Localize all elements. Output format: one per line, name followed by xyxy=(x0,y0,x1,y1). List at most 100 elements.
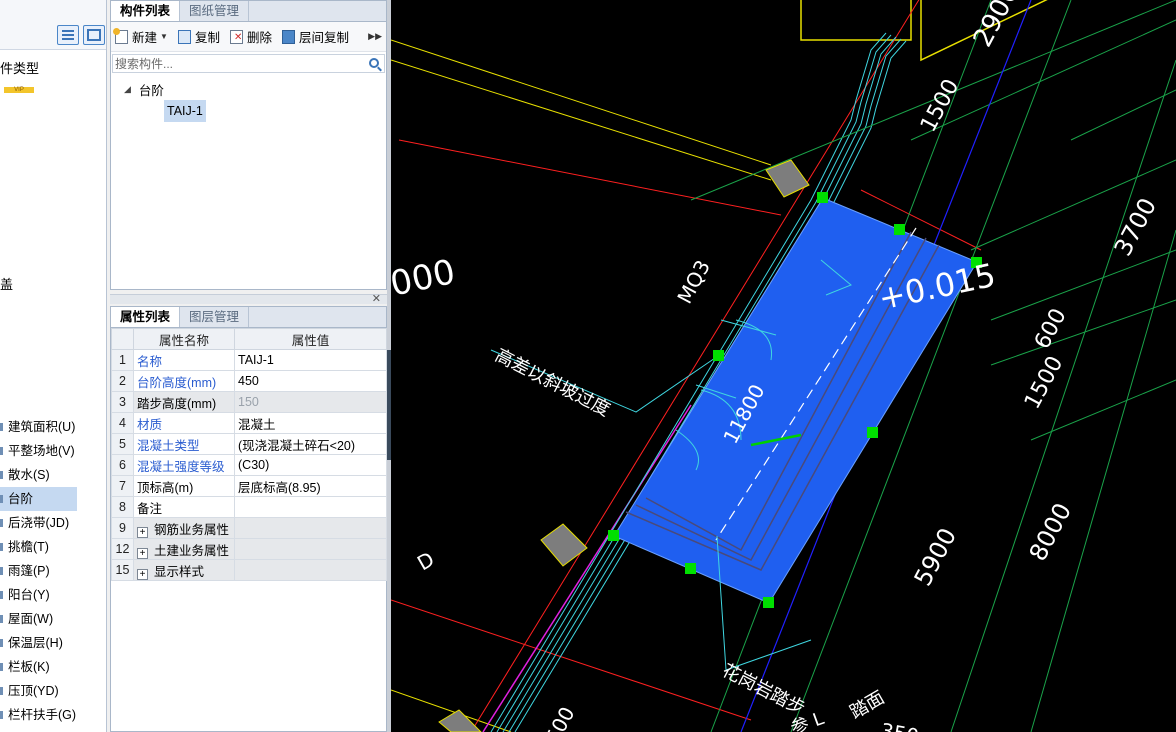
property-row[interactable]: 6 混凝土强度等级 (C30) xyxy=(111,454,387,476)
category-item[interactable]: 屋面(W) xyxy=(0,607,106,631)
column-mid xyxy=(540,523,588,567)
category-item[interactable]: 挑檐(T) xyxy=(0,535,106,559)
grip-bottom-right[interactable] xyxy=(763,597,774,608)
search-input[interactable] xyxy=(113,55,384,72)
grip-bottom-mid[interactable] xyxy=(685,563,696,574)
category-item[interactable]: 后浇带(JD) xyxy=(0,511,106,535)
tab-property-list[interactable]: 属性列表 xyxy=(111,307,181,327)
column-top xyxy=(765,159,810,198)
property-row[interactable]: 4 材质 混凝土 xyxy=(111,412,387,434)
category-item[interactable]: 雨篷(P) xyxy=(0,559,106,583)
property-value[interactable]: 层底标高(8.95) xyxy=(234,475,387,497)
property-value[interactable]: TAIJ-1 xyxy=(234,349,387,371)
category-item[interactable]: 阳台(Y) xyxy=(0,583,106,607)
floor-copy-icon xyxy=(281,29,295,44)
property-row[interactable]: 5 混凝土类型 (现浇混凝土碎石<20) xyxy=(111,433,387,455)
floor-copy-button[interactable]: 层间复制 xyxy=(281,27,349,46)
copy-button[interactable]: 复制 xyxy=(177,27,220,46)
property-name-text: 踏步高度(mm) xyxy=(137,396,217,411)
category-item[interactable]: 台阶 xyxy=(0,487,77,511)
red-line-bottom xyxy=(391,599,752,721)
close-icon[interactable]: ✕ xyxy=(372,292,381,305)
row-number: 1 xyxy=(111,349,134,371)
property-row[interactable]: 9 + 钢筋业务属性 xyxy=(111,517,387,539)
panel-splitter[interactable]: ✕ xyxy=(110,292,387,305)
floor-copy-label: 层间复制 xyxy=(298,31,349,45)
property-row[interactable]: 3 踏步高度(mm) 150 xyxy=(111,391,387,413)
vip-badge: VIP xyxy=(4,87,34,93)
property-value[interactable] xyxy=(234,517,387,539)
new-label: 新建 xyxy=(132,31,158,45)
header-property-value: 属性值 xyxy=(234,328,387,350)
toolbar-overflow-icon[interactable]: ▶▶ xyxy=(368,31,382,42)
grip-left-mid[interactable] xyxy=(713,350,724,361)
column-bottom xyxy=(438,709,482,732)
tab-component-list[interactable]: 构件列表 xyxy=(111,1,181,21)
category-item[interactable]: 平整场地(V) xyxy=(0,439,106,463)
expand-icon[interactable]: + xyxy=(137,547,148,559)
grip-top-left[interactable] xyxy=(817,192,828,203)
row-number: 12 xyxy=(111,538,134,560)
category-item[interactable]: 建筑面积(U) xyxy=(0,415,106,439)
property-name-text: 材质 xyxy=(137,417,163,432)
step-slab[interactable] xyxy=(613,197,978,604)
list-view-button[interactable] xyxy=(57,25,79,45)
property-row[interactable]: 1 名称 TAIJ-1 xyxy=(111,349,387,371)
chevron-down-icon[interactable]: ▼ xyxy=(160,32,168,41)
new-button[interactable]: 新建 ▼ xyxy=(113,27,168,46)
property-value[interactable]: (现浇混凝土碎石<20) xyxy=(234,433,387,455)
tree-collapse-icon[interactable]: ◢ xyxy=(124,84,131,95)
property-value[interactable]: 150 xyxy=(234,391,387,413)
property-panel-tabs: 属性列表 图层管理 xyxy=(111,307,386,328)
property-name[interactable]: + 土建业务属性 xyxy=(133,538,235,560)
wall-line-yellow xyxy=(391,59,772,181)
property-row[interactable]: 15 + 显示样式 xyxy=(111,559,387,581)
property-value[interactable] xyxy=(234,559,387,581)
grip-top-mid[interactable] xyxy=(894,224,905,235)
category-item[interactable]: 栏杆扶手(G) xyxy=(0,703,106,727)
header-property-name: 属性名称 xyxy=(133,328,235,350)
middle-column: 构件列表 图纸管理 新建 ▼ 复制 删除 层间复制 ▶▶ xyxy=(110,0,387,732)
property-name-text: 混凝土强度等级 xyxy=(137,459,225,474)
row-number: 9 xyxy=(111,517,134,539)
property-name: 混凝土类型 xyxy=(133,433,235,455)
property-row[interactable]: 8 备注 xyxy=(111,496,387,518)
grip-right-mid[interactable] xyxy=(867,427,878,438)
left-toolbar xyxy=(0,0,106,50)
row-number: 4 xyxy=(111,412,134,434)
category-item[interactable]: 保温层(H) xyxy=(0,631,106,655)
card-icon xyxy=(87,29,101,41)
tree-item-taij-1[interactable]: TAIJ-1 xyxy=(164,100,206,122)
category-item[interactable]: 散水(S) xyxy=(0,463,106,487)
expand-icon[interactable]: + xyxy=(137,526,148,538)
property-value[interactable]: (C30) xyxy=(234,454,387,476)
property-name: 备注 xyxy=(133,496,235,518)
new-icon xyxy=(113,27,128,44)
tab-drawing-management[interactable]: 图纸管理 xyxy=(180,1,250,21)
property-table-body: 1 名称 TAIJ-1 2 台阶高度(mm) 450 3 踏步高度(mm) 150 4 材质 混凝土 5… xyxy=(111,349,387,581)
tree-node-steps[interactable]: ◢ 台阶 xyxy=(124,80,164,99)
category-item[interactable]: 栏板(K) xyxy=(0,655,106,679)
card-view-button[interactable] xyxy=(83,25,105,45)
property-name[interactable]: + 显示样式 xyxy=(133,559,235,581)
delete-button[interactable]: 删除 xyxy=(229,27,272,46)
property-value[interactable] xyxy=(234,538,387,560)
property-name-text: 土建业务属性 xyxy=(154,543,230,558)
left-category-pane: 件类型 VIP 盖 建筑面积(U) 平整场地(V) 散水(S) 台阶 后浇带(JD) 挑檐… xyxy=(0,0,107,732)
property-value[interactable] xyxy=(234,496,387,518)
row-number: 2 xyxy=(111,370,134,392)
property-name[interactable]: + 钢筋业务属性 xyxy=(133,517,235,539)
property-value[interactable]: 混凝土 xyxy=(234,412,387,434)
category-item[interactable]: 压顶(YD) xyxy=(0,679,106,703)
search-icon[interactable] xyxy=(369,58,379,68)
grip-bottom-left[interactable] xyxy=(608,530,619,541)
tab-layer-management[interactable]: 图层管理 xyxy=(180,307,250,327)
header-index xyxy=(111,328,134,350)
property-row[interactable]: 12 + 土建业务属性 xyxy=(111,538,387,560)
category-list: 建筑面积(U) 平整场地(V) 散水(S) 台阶 后浇带(JD) 挑檐(T) 雨篷(P) 阳台… xyxy=(0,415,106,727)
expand-icon[interactable]: + xyxy=(137,568,148,580)
drawing-canvas[interactable]: 2900 1500 3700 000 MQ3 +0.015 高差以斜坡过度 60… xyxy=(391,0,1176,732)
property-row[interactable]: 2 台阶高度(mm) 450 xyxy=(111,370,387,392)
property-row[interactable]: 7 顶标高(m) 层底标高(8.95) xyxy=(111,475,387,497)
property-value[interactable]: 450 xyxy=(234,370,387,392)
